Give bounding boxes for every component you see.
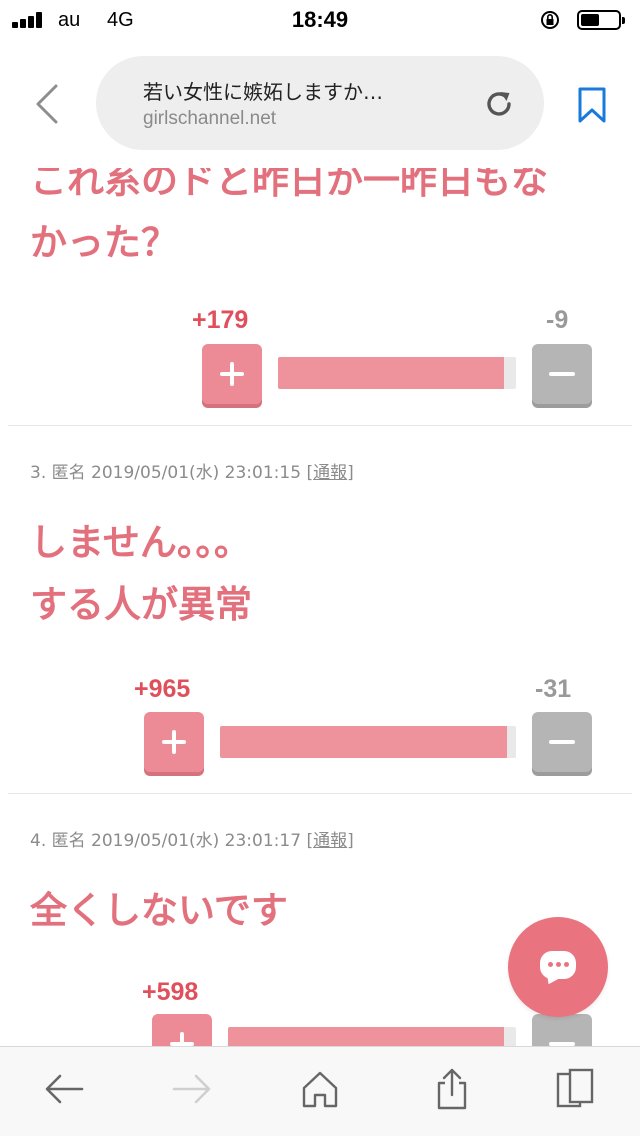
report-bracket: ] <box>347 463 354 483</box>
report-bracket: ] <box>347 831 354 851</box>
plus-vote-button[interactable] <box>144 712 204 772</box>
comment-line: しません。。。 <box>30 521 251 564</box>
share-icon[interactable] <box>430 1067 474 1111</box>
vote-ratio-fill <box>278 357 505 389</box>
minus-vote-count: -31 <box>535 675 572 703</box>
comment-number-name-date: 3. 匿名 2019/05/01(水) 23:01:15 <box>30 463 307 483</box>
comment-text: 全くしないです <box>30 880 288 942</box>
chevron-left-icon[interactable] <box>28 82 64 126</box>
chat-button[interactable] <box>508 917 608 1017</box>
arrow-left-icon[interactable] <box>42 1067 86 1111</box>
rotation-lock-icon <box>541 11 559 29</box>
comment-divider <box>8 425 632 426</box>
minus-vote-count: -9 <box>546 306 569 334</box>
comment-meta: 4. 匿名 2019/05/01(水) 23:01:17 [通報] <box>30 826 354 851</box>
chat-bubble-icon <box>540 951 576 979</box>
plus-vote-button[interactable] <box>202 344 262 404</box>
plus-vote-count: +965 <box>134 675 191 703</box>
report-link[interactable]: 通報 <box>313 463 347 483</box>
address-bar[interactable]: 若い女性に嫉妬しますか… girlschannel.net <box>96 56 544 150</box>
arrow-right-icon[interactable] <box>170 1067 214 1111</box>
comment-text: しません。。。 する人が異常 <box>30 512 252 636</box>
reload-icon[interactable] <box>482 87 516 121</box>
battery-icon <box>577 10 625 30</box>
report-link[interactable]: 通報 <box>313 831 347 851</box>
comment-line: 全くしないです <box>30 889 288 932</box>
comment-text: これ系のドと昨日か一昨日もな かった？ <box>30 150 548 274</box>
comment-line: する人が異常 <box>30 583 252 626</box>
page-title: 若い女性に嫉妬しますか… <box>143 80 383 104</box>
comment-number-name-date: 4. 匿名 2019/05/01(水) 23:01:17 <box>30 831 307 851</box>
plus-vote-count: +598 <box>142 978 199 1006</box>
plus-vote-count: +179 <box>192 306 249 334</box>
browser-toolbar <box>0 1046 640 1136</box>
battery-level <box>581 14 599 26</box>
browser-nav-bar: 若い女性に嫉妬しますか… girlschannel.net <box>0 40 640 168</box>
tabs-icon[interactable] <box>554 1067 598 1111</box>
home-icon[interactable] <box>298 1067 342 1111</box>
vote-ratio-fill <box>220 726 508 758</box>
minus-vote-button[interactable] <box>532 712 592 772</box>
bookmark-icon[interactable] <box>576 86 608 124</box>
page-domain: girlschannel.net <box>143 108 277 129</box>
vote-ratio-bar <box>278 357 516 389</box>
comment-divider <box>8 793 632 794</box>
status-bar: au 4G 18:49 <box>0 0 640 40</box>
comment-line: かった？ <box>30 221 178 264</box>
minus-vote-button[interactable] <box>532 344 592 404</box>
vote-ratio-bar <box>220 726 516 758</box>
comment-meta: 3. 匿名 2019/05/01(水) 23:01:15 [通報] <box>30 458 354 483</box>
